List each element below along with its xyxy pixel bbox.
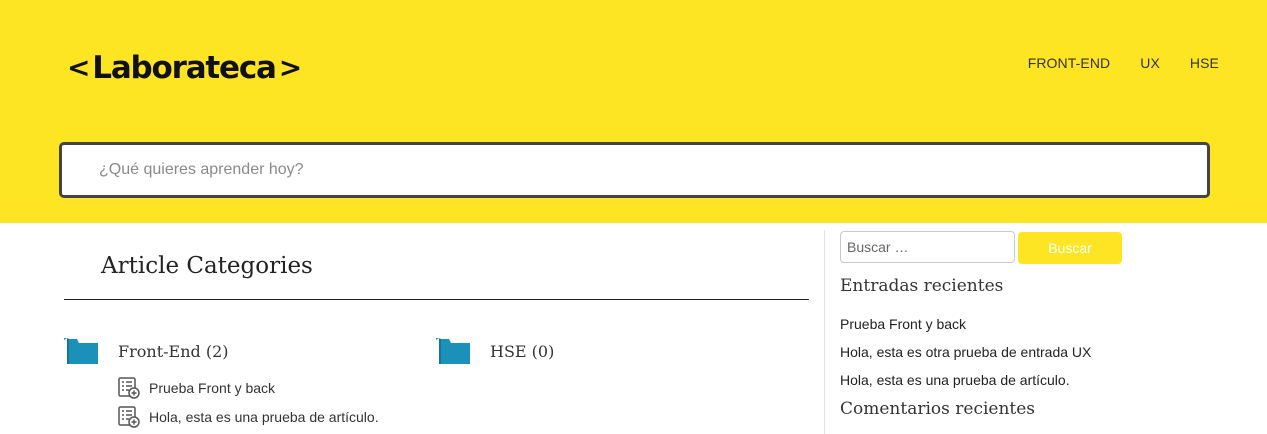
logo-right-chevron: > (278, 50, 302, 84)
article-icon (118, 406, 140, 428)
recent-comments-title: Comentarios recientes (840, 399, 1036, 419)
hero-search-input[interactable] (62, 145, 1207, 195)
article-item: Prueba Front y back (118, 377, 275, 399)
title-divider (64, 299, 809, 300)
sidebar-search-input[interactable] (841, 232, 1014, 262)
category-link-hse[interactable]: HSE (0) (490, 342, 554, 361)
main-nav: FRONT-END UX HSE (1028, 55, 1219, 71)
category-front-end: Front-End (2) (64, 338, 229, 364)
recent-post-link[interactable]: Hola, esta es una prueba de artículo. (840, 372, 1070, 388)
recent-post-link[interactable]: Hola, esta es otra prueba de entrada UX (840, 344, 1091, 360)
logo-left-chevron: < (67, 50, 90, 84)
article-icon (118, 377, 140, 399)
recent-posts-title: Entradas recientes (840, 276, 1004, 296)
category-hse: HSE (0) (436, 338, 554, 364)
recent-post-link[interactable]: Prueba Front y back (840, 316, 966, 332)
site-logo[interactable]: < Laborateca > (64, 46, 304, 90)
hero-search-box (59, 142, 1210, 198)
sidebar-search-box (840, 231, 1015, 263)
nav-item-ux[interactable]: UX (1140, 55, 1160, 71)
folder-icon (64, 338, 98, 364)
nav-item-front-end[interactable]: FRONT-END (1028, 55, 1111, 71)
category-link-front-end[interactable]: Front-End (2) (118, 342, 229, 361)
sidebar-divider (824, 230, 825, 434)
article-link[interactable]: Hola, esta es una prueba de artículo. (149, 409, 379, 425)
article-link[interactable]: Prueba Front y back (149, 380, 275, 396)
folder-icon (436, 338, 470, 364)
page-title: Article Categories (101, 253, 313, 279)
logo-text: Laborateca (92, 50, 277, 86)
article-item: Hola, esta es una prueba de artículo. (118, 406, 379, 428)
sidebar-search-button[interactable]: Buscar (1018, 232, 1122, 264)
nav-item-hse[interactable]: HSE (1190, 55, 1219, 71)
